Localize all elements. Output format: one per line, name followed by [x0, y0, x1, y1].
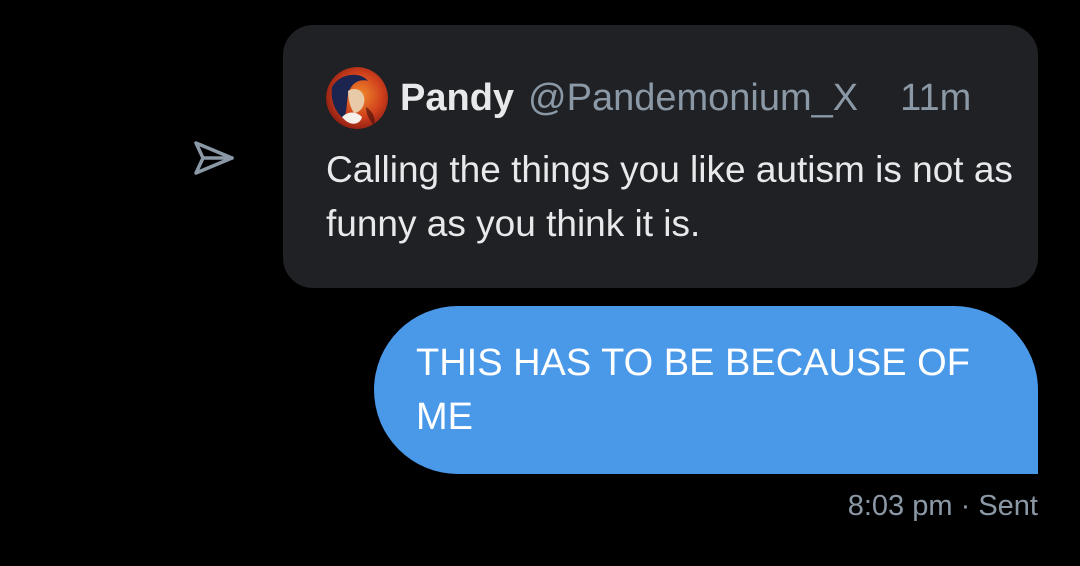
- message-meta: 8:03 pm · Sent: [848, 490, 1038, 523]
- tweet-timestamp: 11m: [900, 76, 972, 119]
- message-status: Sent: [978, 490, 1038, 522]
- tweet-text: Calling the things you like autism is no…: [326, 149, 1013, 244]
- avatar[interactable]: [326, 67, 388, 129]
- sent-message-bubble[interactable]: THIS HAS TO BE BECAUSE OF ME: [374, 306, 1038, 474]
- meta-separator: ·: [960, 490, 971, 522]
- author-name[interactable]: Pandy: [400, 77, 514, 120]
- tweet-header: Pandy @Pandemonium_X 11m: [326, 67, 1008, 129]
- share-icon[interactable]: [190, 134, 238, 182]
- author-handle[interactable]: @Pandemonium_X: [528, 77, 858, 120]
- quoted-tweet-card[interactable]: Pandy @Pandemonium_X 11m Calling the thi…: [283, 25, 1038, 288]
- message-text: THIS HAS TO BE BECAUSE OF ME: [416, 342, 970, 438]
- dm-conversation-view: Pandy @Pandemonium_X 11m Calling the thi…: [0, 0, 1080, 566]
- message-timestamp: 8:03 pm: [847, 490, 953, 522]
